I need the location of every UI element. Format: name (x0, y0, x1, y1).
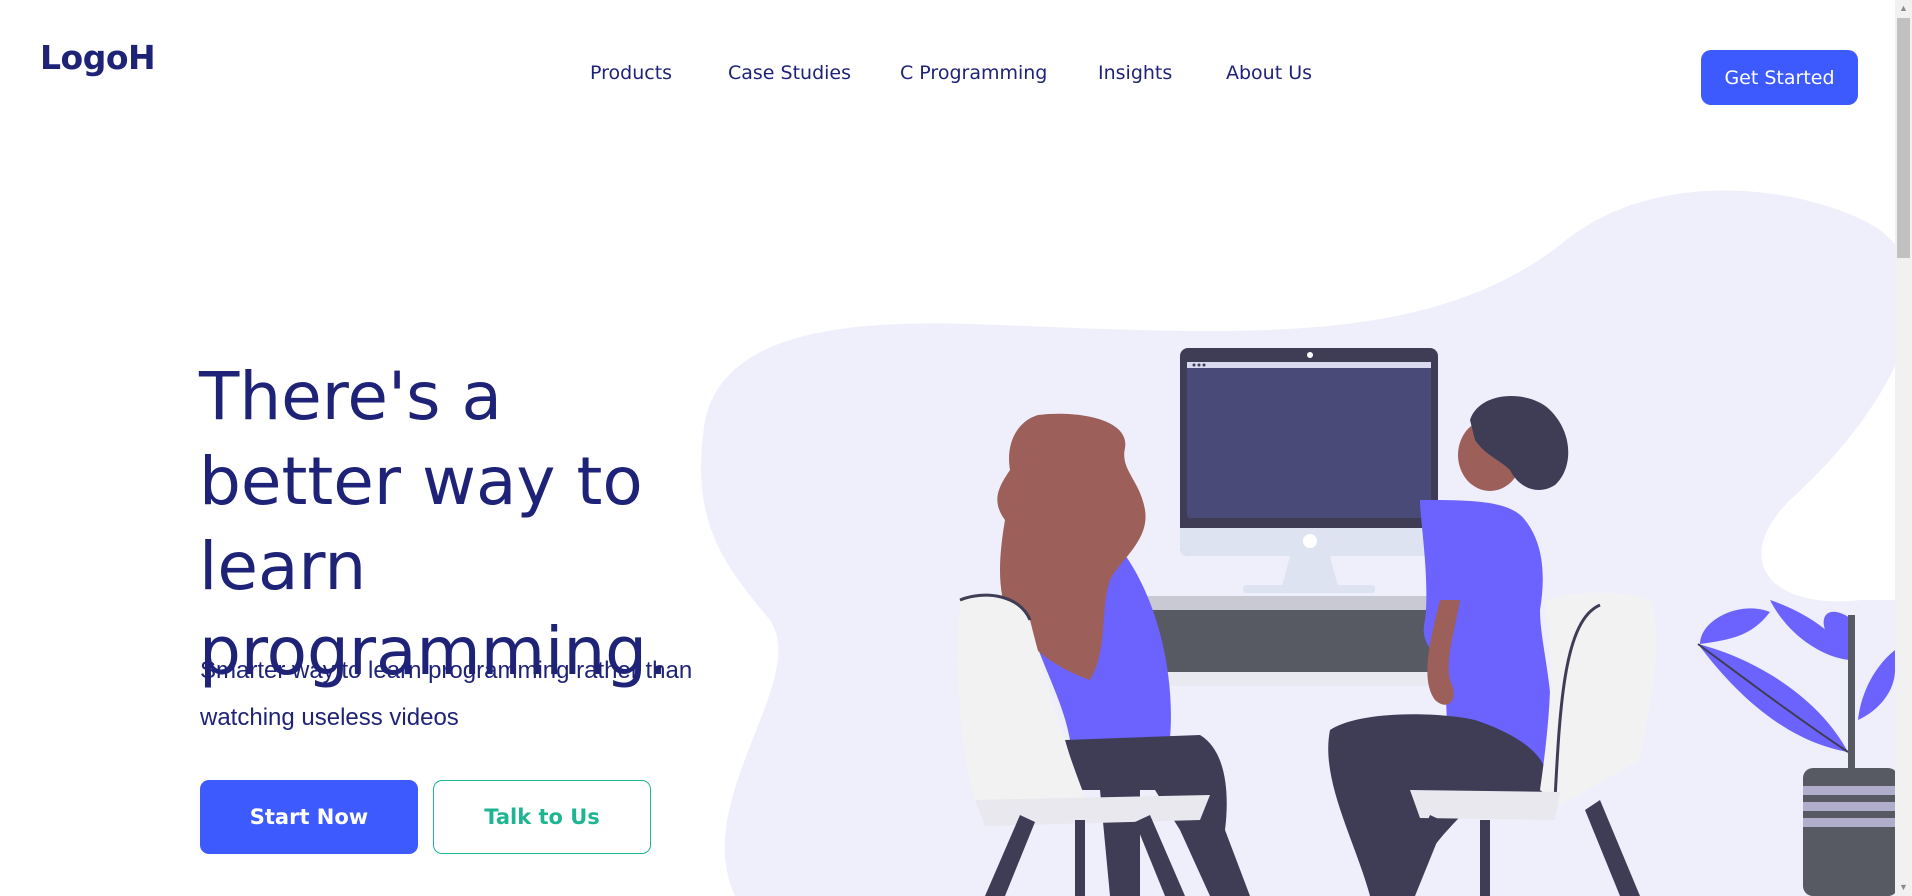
scrollbar-thumb[interactable] (1897, 18, 1910, 258)
start-now-button[interactable]: Start Now (200, 780, 418, 854)
main-nav: Products Case Studies C Programming Insi… (0, 62, 1895, 92)
scroll-down-arrow-icon[interactable]: ▼ (1895, 879, 1912, 896)
nav-link-c-programming[interactable]: C Programming (900, 62, 1047, 84)
get-started-button[interactable]: Get Started (1701, 50, 1858, 105)
desk (1145, 596, 1445, 686)
talk-to-us-button[interactable]: Talk to Us (433, 780, 651, 854)
nav-link-case-studies[interactable]: Case Studies (728, 62, 851, 84)
hero-headline: There's a better way to learn programmin… (199, 358, 669, 690)
nav-link-insights[interactable]: Insights (1098, 62, 1172, 84)
nav-link-about-us[interactable]: About Us (1226, 62, 1312, 84)
scroll-up-arrow-icon[interactable]: ▲ (1895, 0, 1912, 17)
vertical-scrollbar[interactable]: ▲ ▼ (1895, 0, 1912, 896)
page: LogoH Products Case Studies C Programmin… (0, 0, 1895, 896)
nav-link-products[interactable]: Products (590, 62, 672, 84)
hero-subtext: Smarter way to learn programming rather … (200, 657, 693, 731)
